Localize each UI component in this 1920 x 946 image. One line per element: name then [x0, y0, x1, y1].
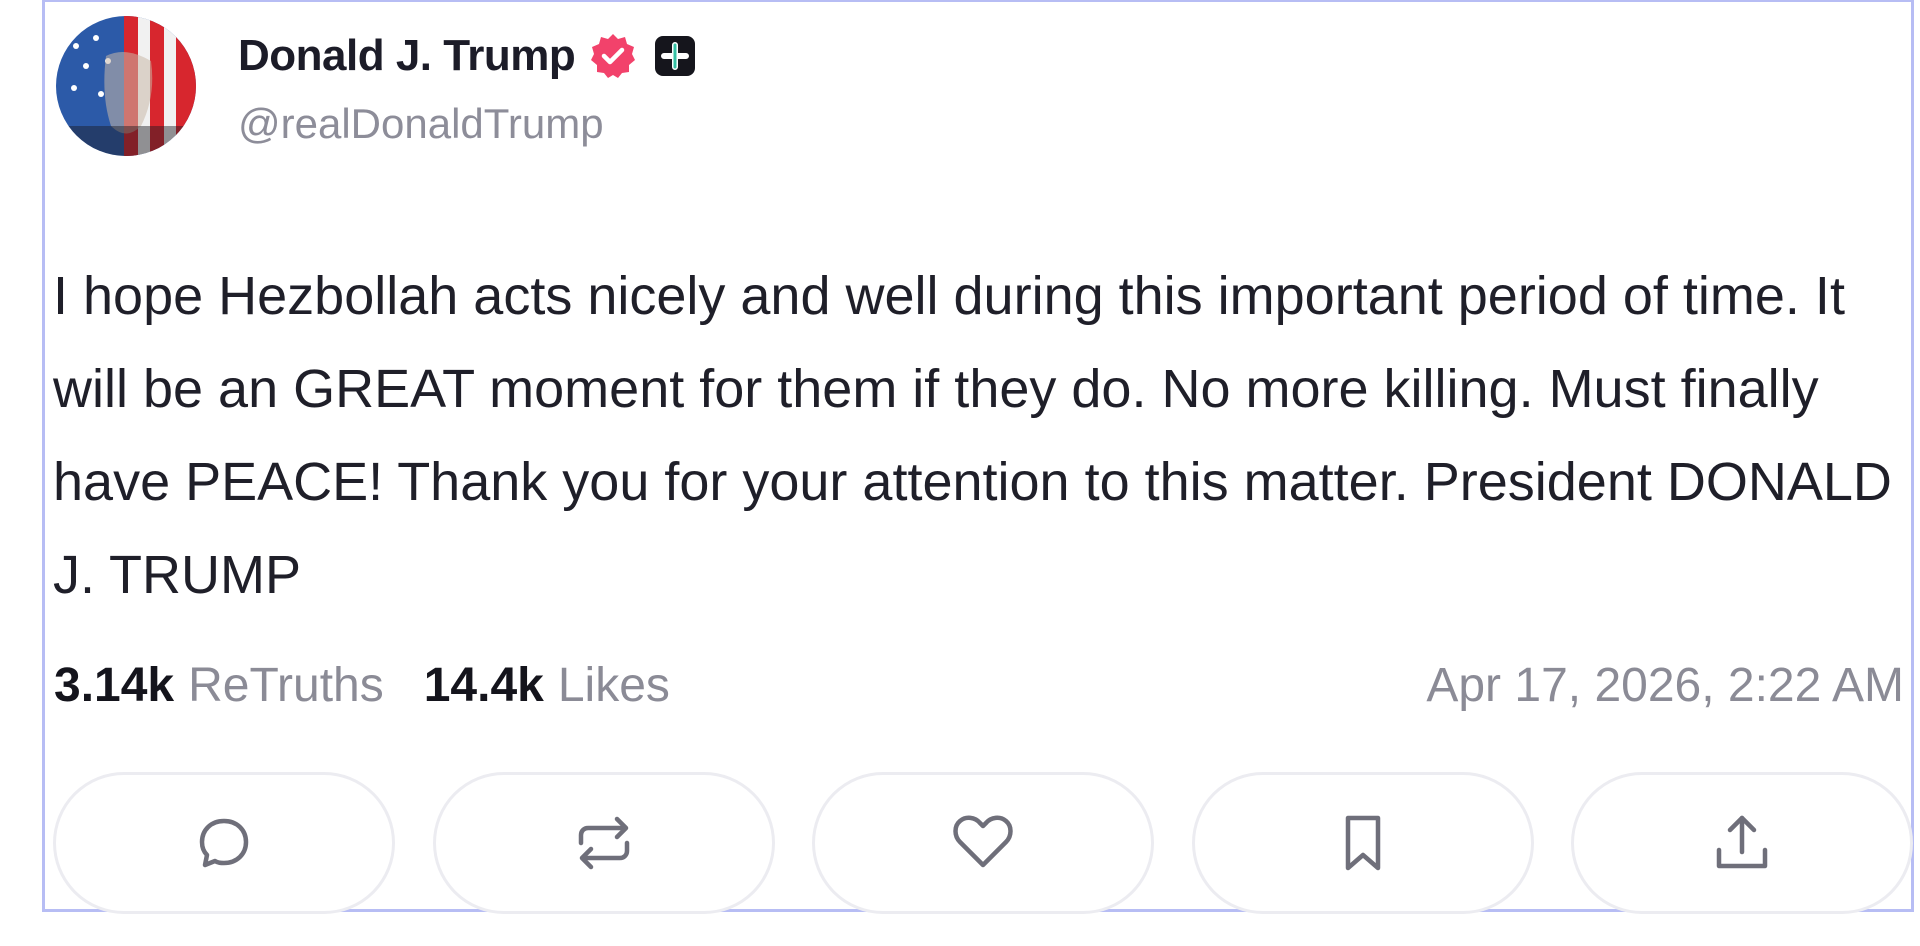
user-handle[interactable]: @realDonaldTrump: [238, 100, 697, 148]
post-card: Donald J. Trump @realDonaldTrump I hope …: [42, 0, 1914, 914]
display-name[interactable]: Donald J. Trump: [238, 31, 576, 81]
author-identity: Donald J. Trump @realDonaldTrump: [238, 16, 697, 148]
share-icon: [1716, 815, 1768, 869]
share-button[interactable]: [1571, 772, 1913, 914]
verified-icon: [591, 34, 636, 78]
reply-button[interactable]: [53, 772, 395, 914]
plus-badge-icon: [655, 36, 696, 76]
likes-label: Likes: [557, 658, 670, 712]
likes-stat[interactable]: 14.4k Likes: [424, 658, 670, 713]
post-timestamp[interactable]: Apr 17, 2026, 2:22 AM: [1426, 658, 1904, 713]
bookmark-button[interactable]: [1191, 772, 1534, 914]
like-icon: [953, 815, 1013, 868]
name-row: Donald J. Trump: [238, 28, 697, 84]
retruths-stat[interactable]: 3.14k ReTruths: [54, 658, 384, 713]
avatar-image: [56, 16, 196, 156]
retruths-label: ReTruths: [188, 658, 384, 712]
like-button[interactable]: [812, 772, 1154, 914]
reply-icon: [199, 818, 249, 868]
avatar[interactable]: [56, 16, 196, 156]
retruth-button[interactable]: [432, 772, 775, 914]
post-text: I hope Hezbollah acts nicely and well du…: [53, 266, 1892, 605]
likes-count: 14.4k: [423, 658, 544, 712]
retruths-count: 3.14k: [54, 658, 175, 712]
retruth-icon: [578, 816, 629, 870]
bookmark-icon: [1345, 815, 1380, 871]
post-header: Donald J. Trump @realDonaldTrump: [56, 16, 697, 166]
action-bar: [53, 772, 1913, 914]
post-stats: 3.14k ReTruths 14.4k Likes Apr 17, 2026,…: [54, 652, 1904, 718]
